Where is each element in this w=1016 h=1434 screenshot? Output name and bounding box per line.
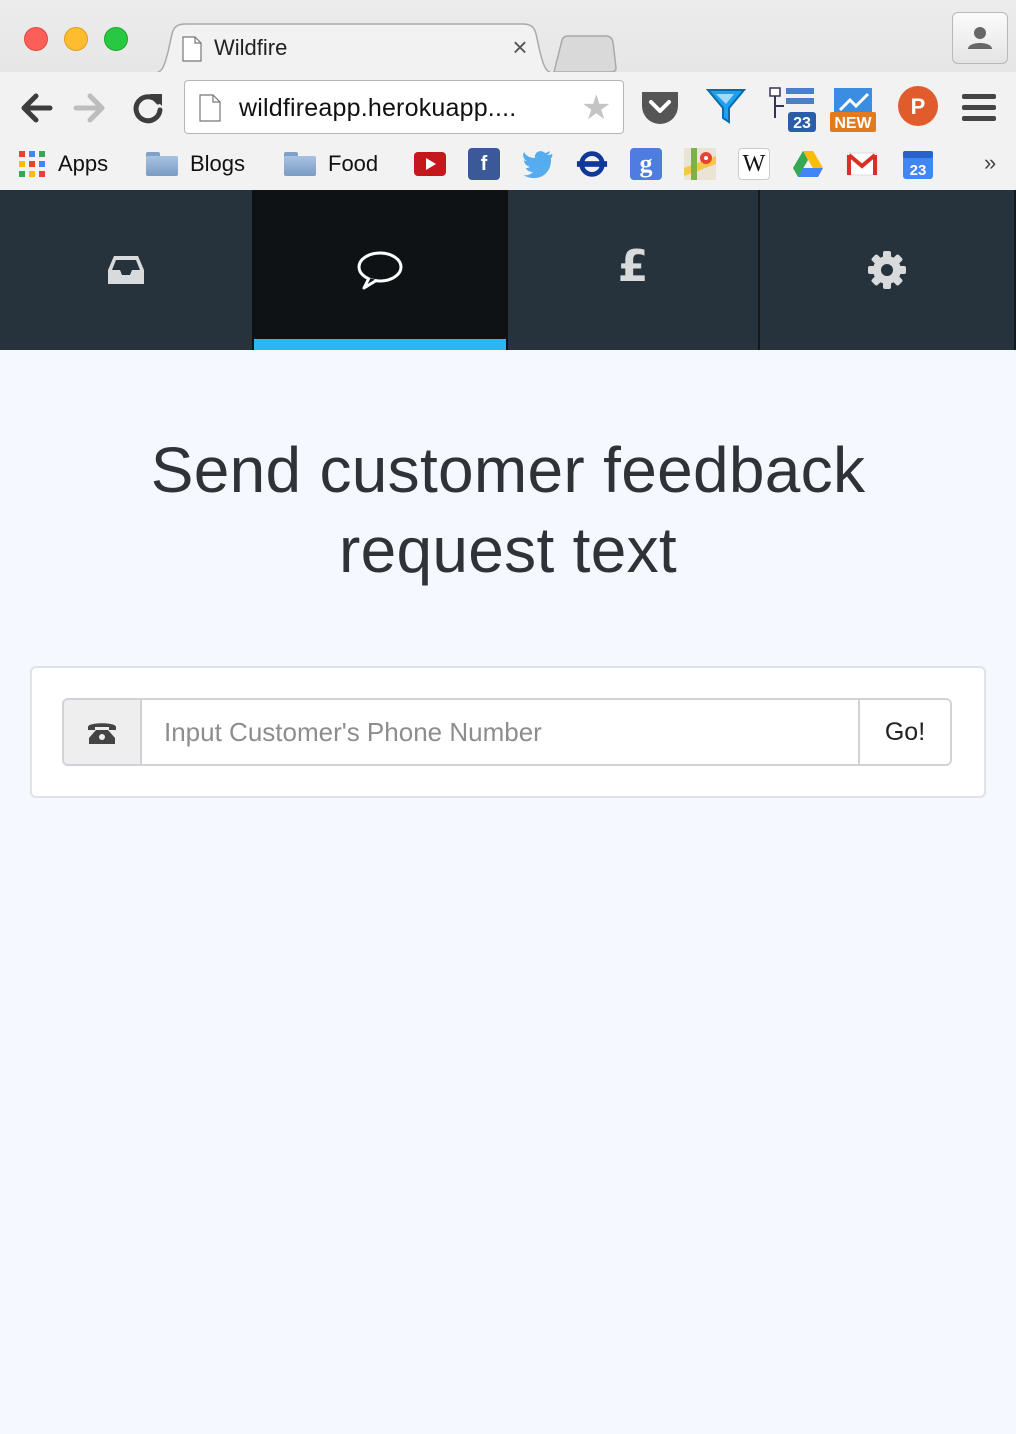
browser-chrome: Wildfire × wildfireapp.herokuapp.... ★ 2…: [0, 0, 1016, 190]
tab-close-icon[interactable]: ×: [508, 32, 532, 63]
svg-text:23: 23: [793, 115, 811, 132]
svg-text:P: P: [911, 94, 926, 119]
close-window-button[interactable]: [24, 27, 48, 51]
wikipedia-icon[interactable]: W: [738, 148, 770, 180]
bookmark-star-icon[interactable]: ★: [581, 91, 611, 125]
page-title-line1: Send customer feedback: [150, 434, 866, 506]
title-bar: Wildfire ×: [0, 0, 1016, 74]
svg-text:NEW: NEW: [834, 115, 872, 132]
reload-icon[interactable]: [130, 90, 166, 126]
facebook-icon[interactable]: f: [468, 148, 500, 180]
new-badge-icon[interactable]: NEW: [828, 84, 878, 132]
folder-icon: [284, 152, 316, 176]
go-button[interactable]: Go!: [858, 700, 950, 764]
phone-input-group: Go!: [62, 698, 952, 766]
bookmark-blogs[interactable]: Blogs: [146, 146, 245, 182]
svg-text:23: 23: [910, 162, 927, 179]
feedback-request-card: Go!: [30, 666, 986, 798]
filter-icon[interactable]: [704, 84, 748, 128]
page-title-line2: request text: [338, 514, 677, 586]
bookmarks-bar: Apps Blogs Food f g W 23 »: [0, 144, 1016, 190]
bookmark-label: Apps: [58, 151, 109, 176]
sitemap-23-icon[interactable]: 23: [766, 84, 818, 132]
url-text: wildfireapp.herokuapp....: [239, 94, 517, 122]
forward-icon[interactable]: [72, 90, 108, 126]
active-tab-indicator: [254, 339, 506, 350]
gear-icon: [868, 251, 906, 289]
google-maps-icon[interactable]: [684, 148, 716, 180]
nav-tab-feedback[interactable]: [252, 190, 508, 350]
telephone-icon: [88, 723, 116, 744]
bookmark-food[interactable]: Food: [284, 146, 378, 182]
browser-tab[interactable]: Wildfire ×: [150, 22, 558, 74]
pound-icon: £: [617, 240, 649, 292]
page-title: Send customer feedback request text: [60, 430, 956, 590]
nav-tab-inbox[interactable]: [0, 190, 252, 350]
youtube-icon[interactable]: [414, 152, 446, 176]
calendar-icon[interactable]: 23: [902, 148, 934, 180]
phone-number-input[interactable]: [142, 700, 858, 764]
speech-bubble-icon: [357, 251, 403, 290]
phone-addon: [64, 700, 142, 764]
person-icon: [968, 27, 992, 49]
profile-button[interactable]: [952, 12, 1008, 64]
tab-title: Wildfire: [214, 35, 288, 60]
address-bar[interactable]: wildfireapp.herokuapp.... ★: [184, 80, 624, 134]
zoom-window-button[interactable]: [104, 27, 128, 51]
gmail-icon[interactable]: [846, 148, 878, 180]
minimize-window-button[interactable]: [64, 27, 88, 51]
nav-tab-payments[interactable]: £: [508, 190, 760, 350]
twitter-icon[interactable]: [522, 148, 554, 180]
producthunt-icon[interactable]: P: [896, 84, 940, 128]
page-icon: [199, 94, 221, 122]
tfl-roundel-icon[interactable]: [576, 148, 608, 180]
browser-menu-icon[interactable]: [962, 94, 996, 122]
nav-tab-settings[interactable]: [760, 190, 1016, 350]
google-icon[interactable]: g: [630, 148, 662, 180]
inbox-icon: [108, 256, 144, 284]
google-drive-icon[interactable]: [792, 148, 824, 180]
folder-icon: [146, 152, 178, 176]
back-icon[interactable]: [18, 90, 54, 126]
new-tab-button[interactable]: [552, 34, 618, 74]
app-nav: £: [0, 190, 1016, 350]
bookmarks-overflow-icon[interactable]: »: [984, 150, 996, 176]
bookmark-label: Food: [328, 151, 379, 176]
browser-toolbar: wildfireapp.herokuapp.... ★ 23 NEW P: [0, 72, 1016, 144]
page-icon: [182, 36, 202, 62]
bookmark-label: Blogs: [190, 151, 246, 176]
apps-grid-icon: [19, 151, 45, 177]
bookmark-apps[interactable]: Apps: [18, 146, 108, 182]
pocket-icon[interactable]: [638, 84, 682, 128]
